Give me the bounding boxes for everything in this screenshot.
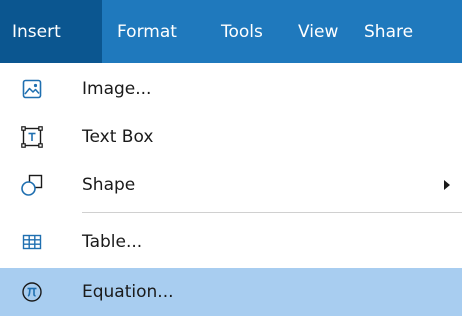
menu-item-shape[interactable]: Shape — [0, 161, 462, 209]
menu-format[interactable]: Format — [102, 0, 206, 63]
menu-item-label: Table... — [82, 232, 143, 252]
menu-item-equation[interactable]: Equation... — [0, 268, 462, 316]
menu-bar: Insert Format Tools View Share — [0, 0, 462, 63]
text-box-icon — [20, 125, 44, 149]
submenu-arrow-icon — [444, 180, 450, 190]
menu-item-image[interactable]: Image... — [0, 65, 462, 113]
table-icon — [20, 230, 44, 254]
menu-item-label: Text Box — [82, 127, 154, 147]
shape-icon — [20, 173, 44, 197]
image-icon — [20, 77, 44, 101]
menu-insert[interactable]: Insert — [0, 0, 102, 63]
pi-icon — [20, 280, 44, 304]
menu-item-text-box[interactable]: Text Box — [0, 113, 462, 161]
menu-tools[interactable]: Tools — [206, 0, 284, 63]
menu-share[interactable]: Share — [350, 0, 462, 63]
menu-item-label: Image... — [82, 79, 152, 99]
menu-item-label: Equation... — [82, 282, 174, 302]
menu-item-table[interactable]: Table... — [0, 218, 462, 266]
insert-dropdown-menu: Image... Text Box Shape Table... Equatio… — [0, 63, 462, 316]
menu-view[interactable]: View — [284, 0, 350, 63]
menu-separator — [82, 212, 462, 213]
menu-item-label: Shape — [82, 175, 136, 195]
